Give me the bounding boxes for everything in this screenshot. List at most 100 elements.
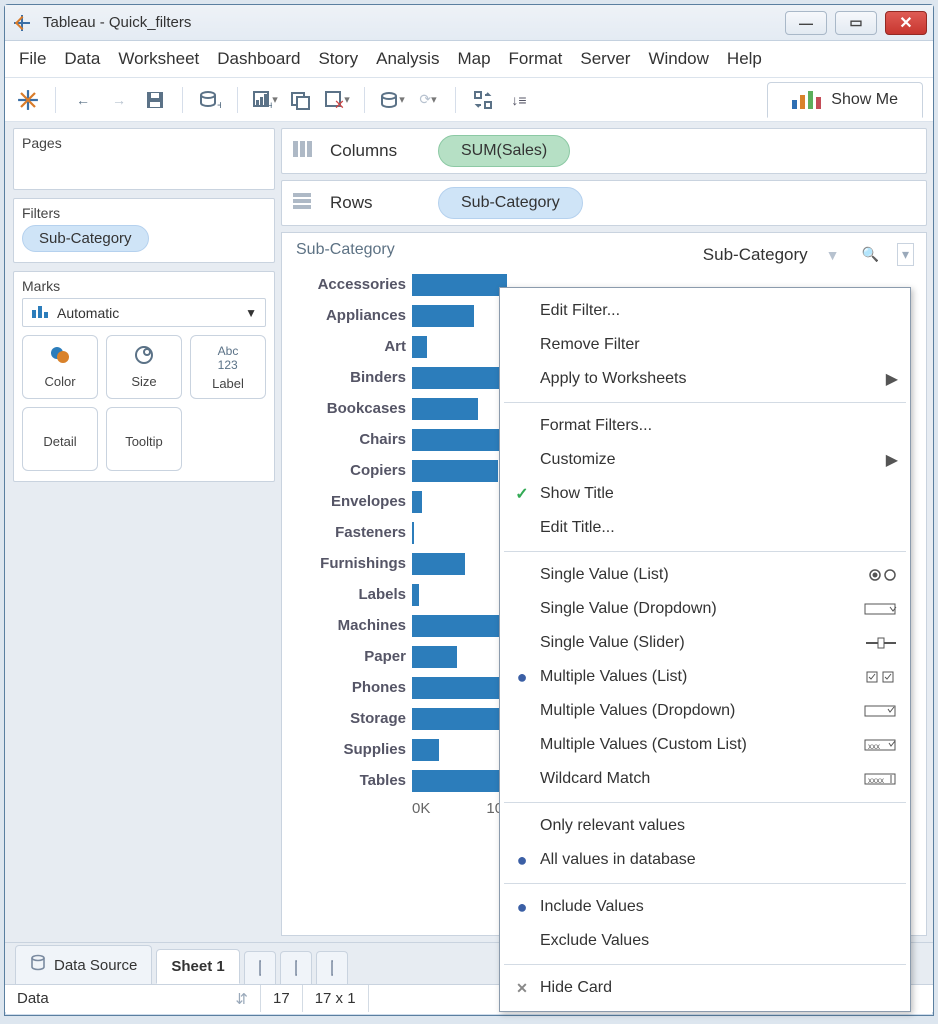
menu-customize[interactable]: Customize▶: [500, 443, 910, 477]
category-label: Phones: [296, 679, 406, 696]
refresh-icon[interactable]: ⟳: [415, 87, 441, 113]
menu-map[interactable]: Map: [457, 49, 490, 69]
new-worksheet-tab-button[interactable]: +: [244, 951, 276, 984]
category-label: Art: [296, 338, 406, 355]
filters-shelf[interactable]: Filters Sub-Category: [13, 198, 275, 263]
menu-multiple-values-custom-list[interactable]: Multiple Values (Custom List) xxx: [500, 728, 910, 762]
new-story-tab-button[interactable]: +: [316, 951, 348, 984]
custom-list-icon: xxx: [864, 738, 898, 752]
toolbar-separator: [364, 87, 365, 113]
menu-hide-card[interactable]: ✕Hide Card: [500, 971, 910, 1005]
window-title: Tableau - Quick_filters: [43, 14, 191, 31]
tableau-logo-icon[interactable]: [15, 87, 41, 113]
show-me-button[interactable]: Show Me: [767, 82, 923, 118]
close-button[interactable]: ✕: [885, 11, 927, 35]
connect-icon[interactable]: [379, 87, 405, 113]
menu-edit-filter[interactable]: Edit Filter...: [500, 294, 910, 328]
tab-sheet1[interactable]: Sheet 1: [156, 949, 239, 984]
save-icon[interactable]: [142, 87, 168, 113]
category-label: Fasteners: [296, 524, 406, 541]
bar: [412, 646, 457, 668]
menu-show-title[interactable]: ✓Show Title: [500, 477, 910, 511]
menu-all-values-in-database[interactable]: ●All values in database: [500, 843, 910, 877]
columns-icon: [292, 140, 312, 163]
columns-pill-sumsales[interactable]: SUM(Sales): [438, 135, 570, 167]
menu-story[interactable]: Story: [318, 49, 358, 69]
menu-worksheet[interactable]: Worksheet: [118, 49, 199, 69]
menu-file[interactable]: File: [19, 49, 46, 69]
sort-toggle-icon[interactable]: ⇵: [235, 990, 248, 1008]
menu-apply-to-worksheets[interactable]: Apply to Worksheets▶: [500, 362, 910, 396]
marks-type-dropdown[interactable]: Automatic ▼: [22, 298, 266, 327]
marks-detail-button[interactable]: Detail: [22, 407, 98, 471]
new-dashboard-tab-button[interactable]: +: [280, 951, 312, 984]
duplicate-worksheet-icon[interactable]: [288, 87, 314, 113]
menu-only-relevant-values[interactable]: Only relevant values: [500, 809, 910, 843]
rows-icon: [292, 192, 312, 215]
category-label: Bookcases: [296, 400, 406, 417]
forward-icon[interactable]: →: [106, 87, 132, 113]
minimize-button[interactable]: —: [785, 11, 827, 35]
filter-pill-subcategory[interactable]: Sub-Category: [22, 225, 149, 252]
menu-multiple-values-dropdown[interactable]: Multiple Values (Dropdown): [500, 694, 910, 728]
data-source-icon[interactable]: +: [197, 87, 223, 113]
category-label: Supplies: [296, 741, 406, 758]
filter-card-header[interactable]: Sub-Category ▼ 🔍 ▾: [703, 243, 914, 266]
menu-window[interactable]: Window: [648, 49, 708, 69]
filters-label: Filters: [22, 205, 266, 221]
menu-exclude-values[interactable]: Exclude Values: [500, 924, 910, 958]
rows-pill-subcategory[interactable]: Sub-Category: [438, 187, 583, 219]
menu-single-value-list[interactable]: Single Value (List): [500, 558, 910, 592]
slider-icon: [864, 636, 898, 650]
menu-data[interactable]: Data: [64, 49, 100, 69]
clear-worksheet-icon[interactable]: ✕: [324, 87, 350, 113]
bullet-icon: ●: [512, 851, 532, 869]
menu-analysis[interactable]: Analysis: [376, 49, 439, 69]
maximize-button[interactable]: ▭: [835, 11, 877, 35]
menu-include-values[interactable]: ●Include Values: [500, 890, 910, 924]
menu-remove-filter[interactable]: Remove Filter: [500, 328, 910, 362]
marks-size-button[interactable]: Size: [106, 335, 182, 399]
menu-server[interactable]: Server: [580, 49, 630, 69]
status-dimensions: 17 x 1: [315, 990, 356, 1007]
chevron-down-icon: ▼: [245, 306, 257, 320]
back-icon[interactable]: ←: [70, 87, 96, 113]
marks-color-button[interactable]: Color: [22, 335, 98, 399]
svg-text:+: +: [268, 100, 272, 110]
show-me-label: Show Me: [831, 91, 898, 109]
filter-search-icon[interactable]: 🔍: [858, 244, 883, 265]
columns-shelf[interactable]: Columns SUM(Sales): [281, 128, 927, 174]
menu-single-value-slider[interactable]: Single Value (Slider): [500, 626, 910, 660]
menu-wildcard-match[interactable]: Wildcard Match xxxx: [500, 762, 910, 796]
check-icon: ✓: [512, 484, 532, 504]
pages-shelf[interactable]: Pages: [13, 128, 275, 190]
radio-list-icon: [868, 568, 898, 582]
bullet-icon: ●: [512, 898, 532, 916]
swap-icon[interactable]: [470, 87, 496, 113]
menu-format[interactable]: Format: [509, 49, 563, 69]
title-bar: Tableau - Quick_filters — ▭ ✕: [5, 5, 933, 41]
tab-data-source[interactable]: Data Source: [15, 945, 152, 984]
menu-multiple-values-list[interactable]: ●Multiple Values (List): [500, 660, 910, 694]
category-label: Storage: [296, 710, 406, 727]
sort-icon[interactable]: ↓≡: [506, 87, 532, 113]
menu-dashboard[interactable]: Dashboard: [217, 49, 300, 69]
rows-shelf[interactable]: Rows Sub-Category: [281, 180, 927, 226]
menu-edit-title[interactable]: Edit Title...: [500, 511, 910, 545]
status-marks-count: 17: [273, 990, 290, 1007]
chart-header: Sub-Category: [296, 241, 395, 259]
marks-label-button[interactable]: Abc123 Label: [190, 335, 266, 399]
menu-help[interactable]: Help: [727, 49, 762, 69]
category-label: Paper: [296, 648, 406, 665]
status-data-label: Data: [17, 990, 49, 1007]
x-icon: ✕: [512, 980, 532, 997]
marks-tooltip-button[interactable]: Tooltip: [106, 407, 182, 471]
bar-icon: [31, 303, 49, 322]
filter-card-title: Sub-Category: [703, 245, 808, 265]
new-worksheet-icon[interactable]: +: [252, 87, 278, 113]
filter-funnel-icon[interactable]: ▼: [822, 245, 844, 265]
menu-single-value-dropdown[interactable]: Single Value (Dropdown): [500, 592, 910, 626]
menu-format-filters[interactable]: Format Filters...: [500, 409, 910, 443]
filter-menu-icon[interactable]: ▾: [897, 243, 914, 266]
rows-label: Rows: [330, 193, 420, 213]
